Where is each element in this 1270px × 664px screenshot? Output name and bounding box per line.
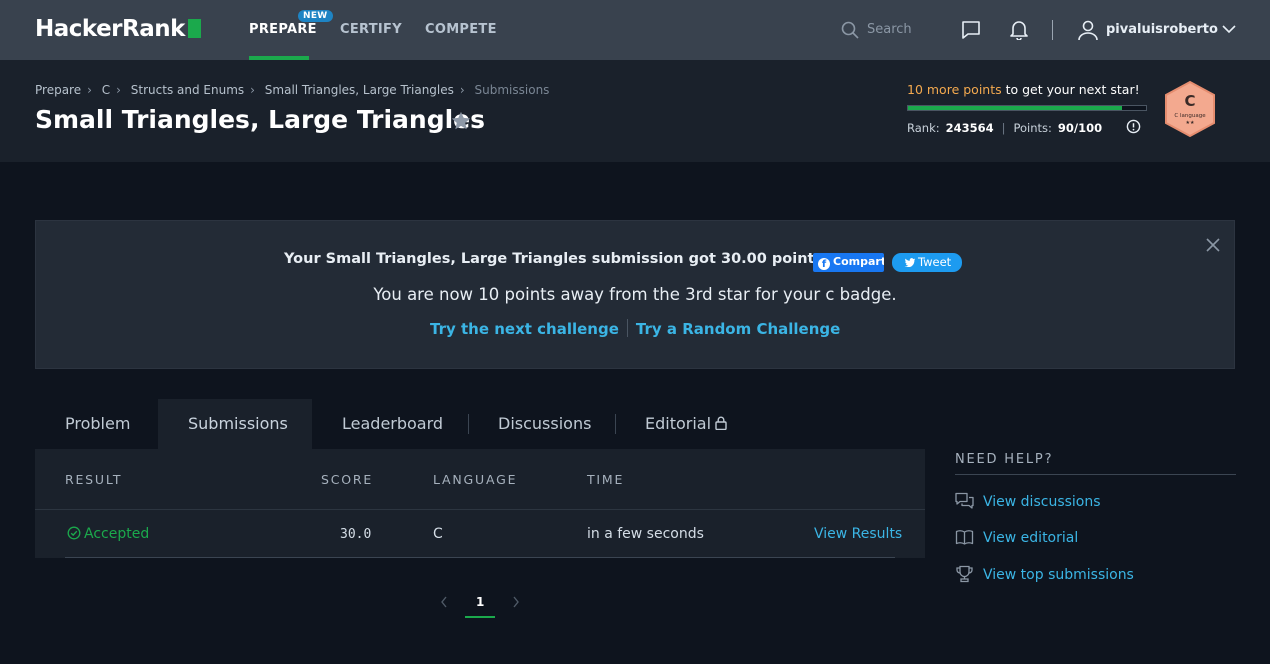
page-active-indicator [465,616,495,618]
bell-icon[interactable] [1009,19,1029,40]
badge-stars: ★★ [1186,120,1195,126]
header-divider [35,509,925,510]
message-icon[interactable] [961,20,981,40]
tab-submissions[interactable]: Submissions [158,399,312,449]
breadcrumb-challenge[interactable]: Small Triangles, Large Triangles [265,83,454,97]
close-icon[interactable] [1205,237,1221,253]
tab-problem[interactable]: Problem [65,399,130,449]
trophy-icon [956,565,973,583]
twitter-icon [904,258,916,268]
result-time: in a few seconds [587,526,704,542]
tab-divider [468,414,469,434]
view-top-submissions-link[interactable]: View top submissions [955,565,1134,583]
tab-discussions[interactable]: Discussions [498,399,591,449]
check-circle-icon [67,526,81,540]
banner-links: Try the next challenge Try a Random Chall… [430,319,840,338]
facebook-share-button[interactable]: f Compart [813,253,884,272]
view-editorial-link[interactable]: View editorial [955,528,1078,546]
col-time: TIME [587,472,625,487]
help-divider [955,474,1236,475]
c-language-badge[interactable]: C C language ★★ [1163,80,1217,138]
top-nav: HackerRank PREPARE NEW CERTIFY COMPETE S… [0,0,1270,60]
breadcrumb-structs[interactable]: Structs and Enums [131,83,244,97]
book-icon [955,530,974,545]
next-challenge-link[interactable]: Try the next challenge [430,320,619,338]
lock-icon [715,416,727,430]
info-icon[interactable] [1126,119,1141,134]
rank-points: Rank: 243564 | Points: 90/100 [907,121,1103,135]
tab-editorial[interactable]: Editorial [645,399,727,449]
banner-subtitle: You are now 10 points away from the 3rd … [373,285,897,304]
points-note: 10 more points to get your next star! [907,82,1140,97]
discussion-icon [955,492,974,509]
submission-banner: Your Small Triangles, Large Triangles su… [35,220,1235,369]
banner-title: Your Small Triangles, Large Triangles su… [284,251,829,267]
badge-caption: C language [1174,113,1206,119]
search-icon[interactable] [841,21,859,39]
username[interactable]: pivaluisroberto [1106,22,1218,37]
badge-letter: C [1184,92,1195,110]
col-result: RESULT [65,472,123,487]
chevron-left-icon[interactable] [440,596,448,608]
nav-compete[interactable]: COMPETE [425,22,497,37]
points-value: 90/100 [1057,121,1103,135]
challenge-header: Prepare › C › Structs and Enums › Small Tri… [0,60,1270,162]
search-input[interactable]: Search [867,22,912,37]
col-score: SCORE [321,472,374,487]
col-language: LANGUAGE [433,472,518,487]
page-number[interactable]: 1 [476,595,484,609]
bookmark-star-icon[interactable] [450,110,472,132]
breadcrumb-prepare[interactable]: Prepare [35,83,81,97]
breadcrumb: Prepare › C › Structs and Enums › Small Tri… [35,83,550,97]
user-icon[interactable] [1077,19,1099,41]
facebook-icon: f [818,258,830,270]
result-status: Accepted [67,526,149,542]
hackerrank-logo[interactable]: HackerRank [35,16,201,42]
row-divider [65,557,895,558]
result-language: C [433,526,443,542]
new-badge: NEW [298,10,333,22]
breadcrumb-submissions: Submissions [474,83,550,97]
nav-prepare[interactable]: PREPARE [249,22,317,37]
tab-divider [615,414,616,434]
nav-certify[interactable]: CERTIFY [340,22,402,37]
view-results-link[interactable]: View Results [814,526,902,542]
random-challenge-link[interactable]: Try a Random Challenge [636,320,840,338]
chevron-right-icon[interactable] [512,596,520,608]
chevron-down-icon[interactable] [1222,24,1236,34]
tab-leaderboard[interactable]: Leaderboard [342,399,443,449]
nav-divider [1052,20,1053,40]
rank-value: 243564 [945,121,994,135]
result-score: 30.0 [340,527,372,542]
submissions-table: RESULT SCORE LANGUAGE TIME Accepted 30.0… [35,449,925,558]
breadcrumb-c[interactable]: C [102,83,110,97]
view-discussions-link[interactable]: View discussions [955,492,1101,510]
page-title: Small Triangles, Large Triangles [35,105,485,134]
tweet-button[interactable]: Tweet [892,253,962,272]
need-help-heading: NEED HELP? [955,452,1054,467]
star-progress-bar [907,105,1147,111]
